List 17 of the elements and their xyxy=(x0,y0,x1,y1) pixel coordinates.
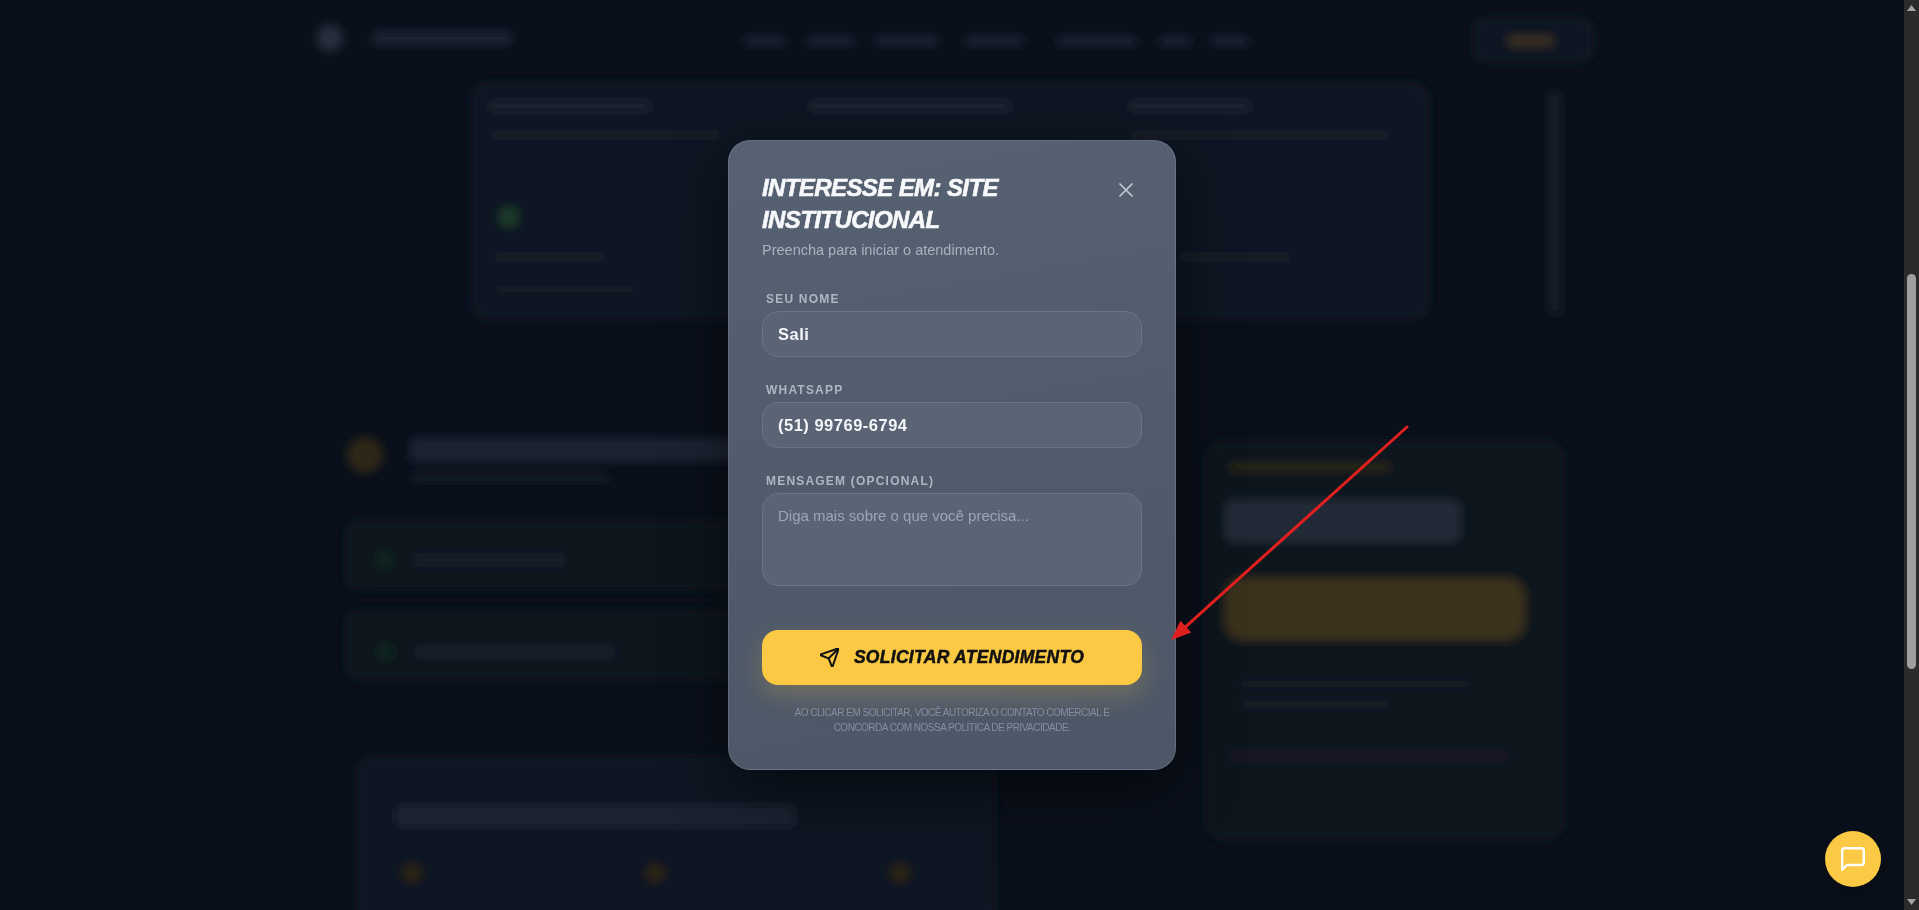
chat-icon xyxy=(1841,847,1865,871)
message-textarea[interactable]: Diga mais sobre o que você precisa... xyxy=(762,493,1142,586)
send-icon xyxy=(819,648,839,667)
scroll-down-icon[interactable] xyxy=(1907,899,1916,905)
modal-subtitle: Preencha para iniciar o atendimento. xyxy=(762,241,1000,260)
scroll-up-icon[interactable] xyxy=(1907,5,1916,11)
scrollbar-thumb[interactable] xyxy=(1907,274,1916,669)
modal-title: INTERESSE EM: SITE INSTITUCIONAL xyxy=(762,173,1000,235)
field-label: SEU NOME xyxy=(766,292,840,306)
chat-button[interactable] xyxy=(1825,831,1881,887)
text-input[interactable]: (51) 99769-6794 xyxy=(762,402,1142,448)
close-icon xyxy=(1119,183,1133,197)
scrollbar-track[interactable] xyxy=(1904,0,1919,910)
submit-button[interactable]: SOLICITAR ATENDIMENTO xyxy=(762,630,1142,685)
text-input[interactable]: Sali xyxy=(762,311,1142,357)
field-label: MENSAGEM (OPCIONAL) xyxy=(766,474,935,488)
field-label: WHATSAPP xyxy=(766,383,844,397)
